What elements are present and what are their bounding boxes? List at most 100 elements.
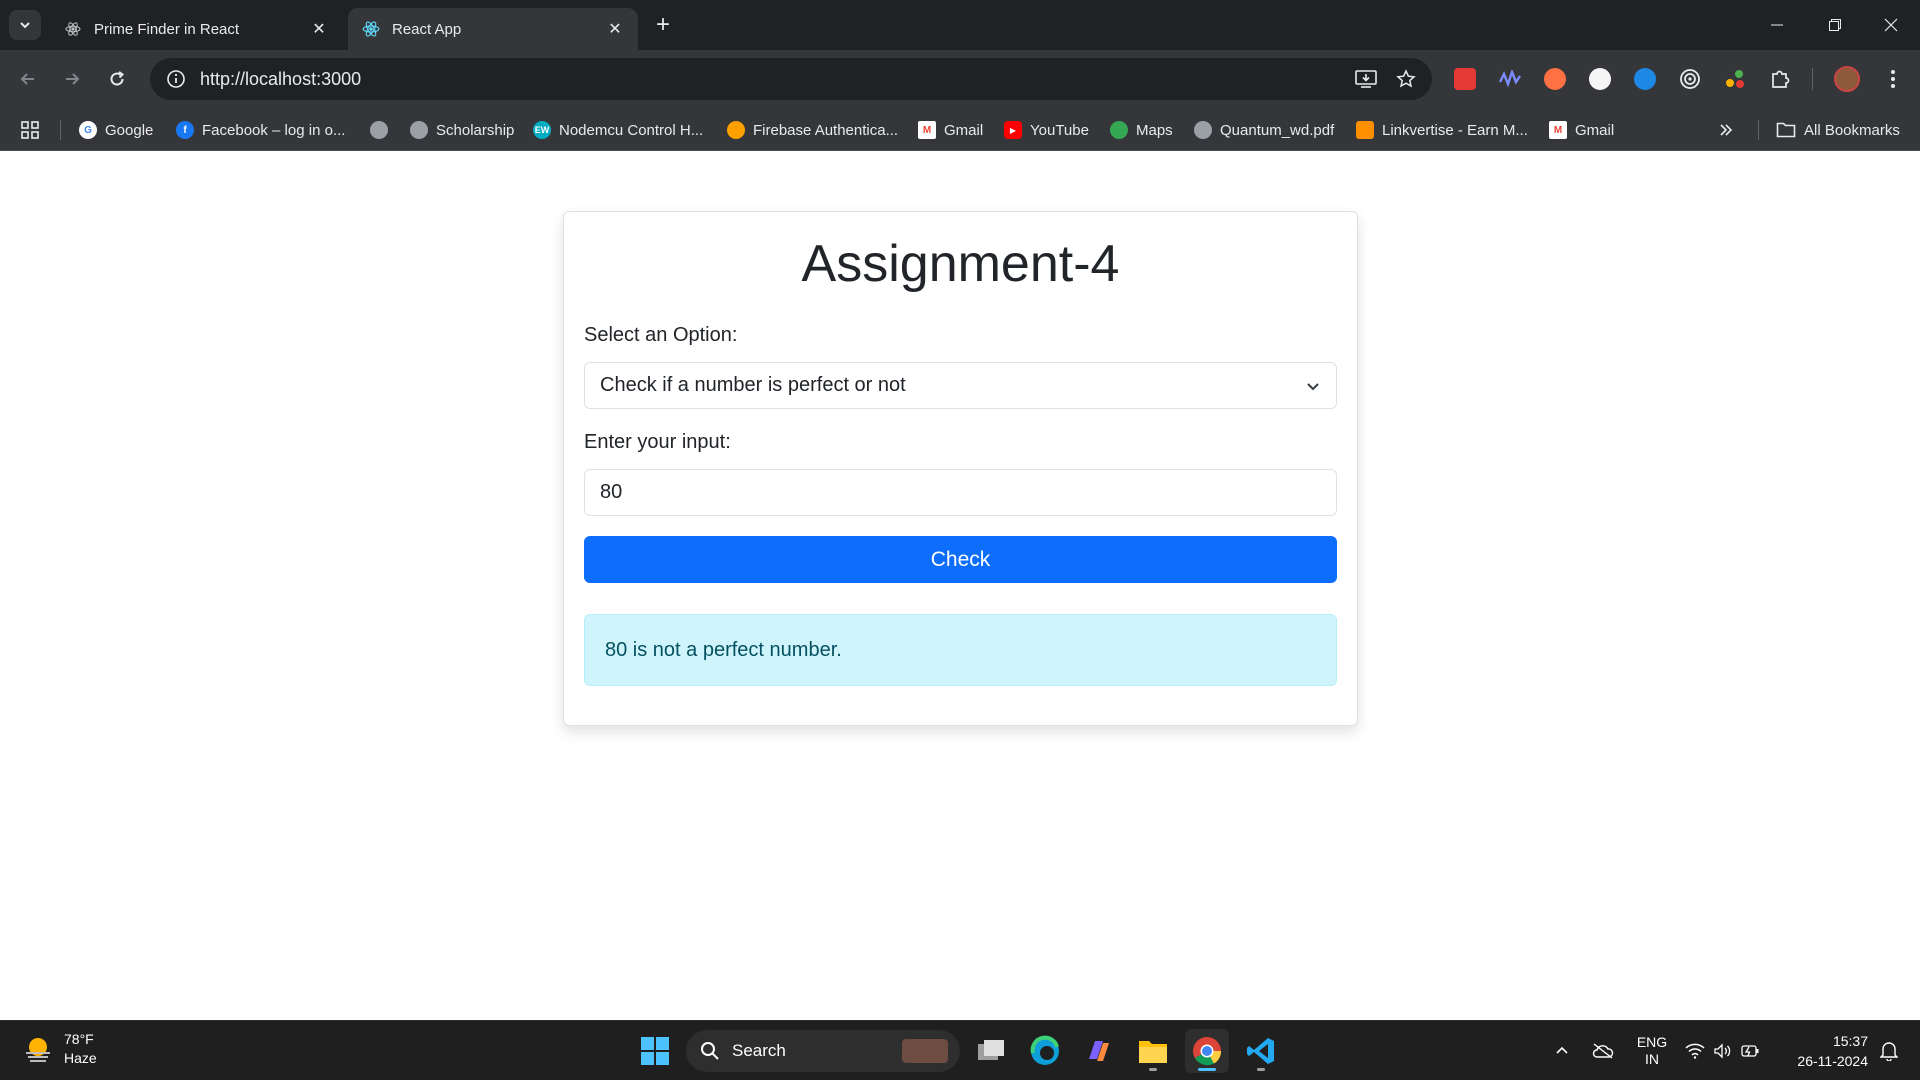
bookmark-gmail[interactable]: M Gmail [918, 117, 983, 143]
extension-icon[interactable] [1631, 65, 1659, 93]
bookmark-youtube[interactable]: ▶ YouTube [1004, 117, 1089, 143]
bookmark-divider [1758, 120, 1759, 140]
bookmark-label: Quantum_wd.pdf [1220, 121, 1335, 139]
bookmark-firebase[interactable]: Firebase Authentica... [727, 117, 898, 143]
vscode-button[interactable] [1239, 1029, 1283, 1073]
page-content: Assignment-4 Select an Option: Check if … [0, 152, 1920, 1019]
address-bar[interactable]: http://localhost:3000 [150, 58, 1432, 100]
install-app-icon[interactable] [1346, 58, 1386, 100]
tab-strip: Prime Finder in React ✕ React App ✕ + [0, 0, 1920, 50]
globe-icon [410, 121, 428, 139]
all-bookmarks-button[interactable]: All Bookmarks [1776, 117, 1900, 143]
taskbar-search[interactable]: Search [686, 1030, 960, 1072]
tab-title: React App [392, 20, 462, 38]
facebook-icon: f [176, 121, 194, 139]
close-icon[interactable]: ✕ [310, 20, 328, 38]
file-explorer-button[interactable] [1131, 1029, 1175, 1073]
start-button[interactable] [633, 1029, 677, 1073]
site-info-icon[interactable] [156, 58, 196, 100]
notifications-button[interactable] [1872, 1021, 1906, 1080]
bookmark-google[interactable]: G Google [79, 117, 153, 143]
close-icon[interactable]: ✕ [606, 20, 624, 38]
bookmark-label: Firebase Authentica... [753, 121, 899, 139]
option-select[interactable]: Check if a number is perfect or not [584, 362, 1337, 409]
vscode-icon [1247, 1038, 1274, 1064]
edge-icon [1030, 1035, 1059, 1065]
chrome-button[interactable] [1185, 1029, 1229, 1073]
folder-icon [1139, 1041, 1167, 1063]
check-button[interactable]: Check [584, 536, 1337, 583]
volume-icon [1714, 1043, 1731, 1059]
select-label: Select an Option: [584, 324, 738, 346]
result-alert: 80 is not a perfect number. [584, 614, 1337, 686]
search-highlight-icon [902, 1039, 948, 1063]
number-input[interactable]: 80 [584, 469, 1337, 516]
copilot-icon [1089, 1041, 1109, 1061]
bookmark-divider [60, 120, 61, 140]
bookmark-scholarship[interactable]: Scholarship [410, 117, 514, 143]
extension-icon[interactable] [1541, 65, 1569, 93]
task-view-button[interactable] [969, 1029, 1013, 1073]
bookmark-quantum[interactable]: Quantum_wd.pdf [1194, 117, 1334, 143]
avatar[interactable] [1833, 65, 1861, 93]
extension-icon[interactable] [1676, 65, 1704, 93]
bookmark-maps[interactable]: Maps [1110, 117, 1173, 143]
extension-icon[interactable] [1451, 65, 1479, 93]
extension-icon[interactable] [1721, 65, 1749, 93]
firebase-icon [727, 121, 745, 139]
toolbar-divider [1812, 68, 1813, 90]
show-hidden-icons-button[interactable] [1548, 1021, 1576, 1080]
tab-prime-finder[interactable]: Prime Finder in React ✕ [50, 8, 342, 50]
bookmark-nodemcu[interactable]: EW Nodemcu Control H... [533, 117, 703, 143]
bookmark-facebook[interactable]: f Facebook – log in o... [176, 117, 345, 143]
reload-icon [110, 71, 125, 86]
bookmark-label: Gmail [1575, 121, 1615, 139]
menu-icon[interactable] [1879, 65, 1907, 93]
bookmark-label: Scholarship [436, 121, 515, 139]
chevron-down-icon [1307, 382, 1319, 390]
bookmark-star-icon[interactable] [1386, 58, 1426, 100]
forward-button[interactable] [54, 61, 90, 97]
edge-button[interactable] [1023, 1029, 1067, 1073]
chrome-icon [1193, 1037, 1222, 1066]
reload-button[interactable] [99, 61, 135, 97]
bookmark-globe[interactable] [370, 117, 388, 143]
apps-button[interactable] [20, 117, 40, 143]
more-bookmarks-button[interactable] [1718, 117, 1734, 143]
lang-bottom: IN [1645, 1051, 1659, 1067]
url-text[interactable]: http://localhost:3000 [200, 69, 1346, 90]
puzzle-icon[interactable] [1766, 65, 1794, 93]
new-tab-button[interactable]: + [650, 11, 676, 38]
search-label: Search [732, 1041, 786, 1060]
quick-settings-button[interactable] [1682, 1021, 1762, 1080]
running-indicator [1149, 1068, 1157, 1071]
extension-icon[interactable] [1496, 65, 1524, 93]
minimize-button[interactable] [1748, 0, 1806, 50]
close-window-button[interactable] [1862, 0, 1920, 50]
minimize-icon [1771, 24, 1783, 26]
copilot-button[interactable] [1077, 1029, 1121, 1073]
clock-time: 15:37 [1832, 1033, 1868, 1049]
restore-button[interactable] [1806, 0, 1864, 50]
back-button[interactable] [10, 61, 46, 97]
youtube-icon: ▶ [1004, 121, 1022, 139]
maps-pin-icon [1110, 121, 1128, 139]
bookmark-label: Facebook – log in o... [202, 121, 346, 139]
bookmark-gmail-2[interactable]: M Gmail [1549, 117, 1614, 143]
bookmark-label: Linkvertise - Earn M... [1382, 121, 1528, 139]
extension-icon[interactable] [1586, 65, 1614, 93]
page-title: Assignment-4 [801, 235, 1120, 293]
tab-search-button[interactable] [9, 10, 41, 40]
weather-widget[interactable]: 78°F Haze [22, 1030, 97, 1068]
bookmark-linkvertise[interactable]: Linkvertise - Earn M... [1356, 117, 1528, 143]
language-indicator[interactable]: ENG IN [1632, 1021, 1672, 1080]
onedrive-button[interactable] [1588, 1021, 1618, 1080]
active-indicator [1198, 1068, 1216, 1071]
gmail-icon: M [918, 121, 936, 139]
linkvertise-icon [1356, 121, 1374, 139]
all-bookmarks-label: All Bookmarks [1804, 121, 1900, 139]
browser-toolbar: http://localhost:3000 [0, 50, 1920, 108]
system-clock[interactable]: 15:37 26-11-2024 [1780, 1031, 1868, 1071]
chevron-double-right-icon [1720, 124, 1733, 136]
tab-react-app[interactable]: React App ✕ [348, 8, 638, 50]
